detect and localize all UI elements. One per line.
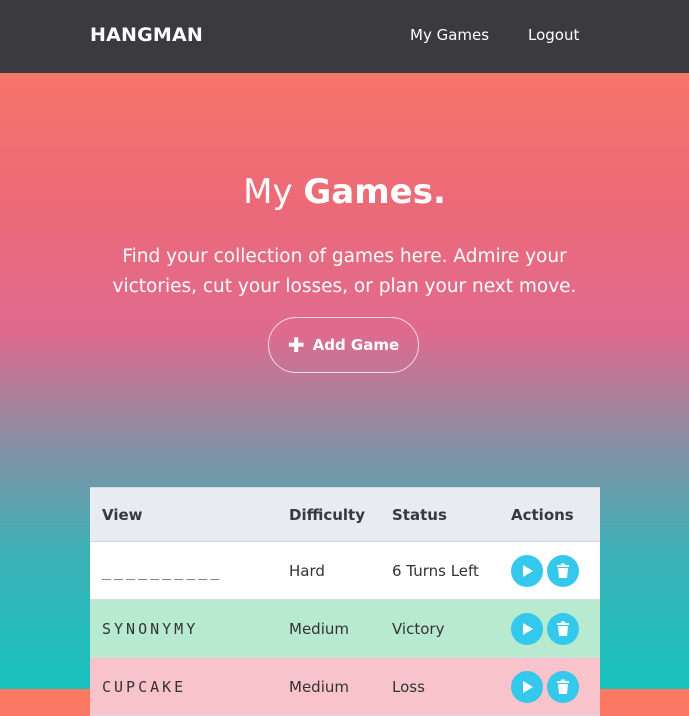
add-game-button[interactable]: ✚ Add Game bbox=[268, 317, 419, 373]
page-subtitle: Find your collection of games here. Admi… bbox=[112, 246, 577, 297]
trash-icon bbox=[557, 563, 569, 578]
play-button[interactable] bbox=[511, 670, 543, 703]
word-view: CUPCAKE bbox=[90, 657, 277, 716]
word-view: SYNONYMY bbox=[90, 599, 277, 658]
trash-icon bbox=[557, 679, 569, 694]
nav-logout-link[interactable]: Logout bbox=[528, 26, 579, 44]
header-view: View bbox=[90, 487, 277, 542]
delete-button[interactable] bbox=[547, 612, 579, 645]
header-actions: Actions bbox=[499, 487, 600, 542]
actions-cell bbox=[499, 541, 600, 600]
navbar: HANGMAN My Games Logout bbox=[0, 0, 689, 73]
play-icon bbox=[523, 680, 533, 693]
page-title-light: My bbox=[243, 172, 293, 212]
play-icon bbox=[523, 564, 533, 577]
games-table: View Difficulty Status Actions _________… bbox=[90, 487, 600, 716]
play-icon bbox=[523, 622, 533, 635]
status-cell: 6 Turns Left bbox=[380, 541, 499, 600]
table-row: __________ Hard 6 Turns Left bbox=[90, 541, 600, 600]
play-button[interactable] bbox=[511, 612, 543, 645]
difficulty-cell: Medium bbox=[277, 599, 380, 658]
page-title: My Games. bbox=[0, 172, 689, 212]
trash-icon bbox=[557, 621, 569, 636]
word-text: SYNONYMY bbox=[102, 619, 199, 638]
status-cell: Loss bbox=[380, 657, 499, 716]
actions-cell bbox=[499, 599, 600, 658]
actions-cell bbox=[499, 657, 600, 716]
table-row: SYNONYMY Medium Victory bbox=[90, 599, 600, 658]
add-game-label: Add Game bbox=[312, 336, 400, 354]
plus-icon: ✚ bbox=[287, 333, 305, 357]
delete-button[interactable] bbox=[547, 670, 579, 703]
table-header-row: View Difficulty Status Actions bbox=[90, 487, 600, 542]
table-row: CUPCAKE Medium Loss bbox=[90, 657, 600, 716]
brand-logo[interactable]: HANGMAN bbox=[90, 24, 203, 46]
play-button[interactable] bbox=[511, 554, 543, 587]
word-view: __________ bbox=[90, 541, 277, 600]
word-text: CUPCAKE bbox=[102, 677, 187, 696]
status-cell: Victory bbox=[380, 599, 499, 658]
header-status: Status bbox=[380, 487, 499, 542]
header-difficulty: Difficulty bbox=[277, 487, 380, 542]
difficulty-cell: Medium bbox=[277, 657, 380, 716]
nav-my-games-link[interactable]: My Games bbox=[410, 26, 489, 44]
delete-button[interactable] bbox=[547, 554, 579, 587]
difficulty-cell: Hard bbox=[277, 541, 380, 600]
page-title-bold: Games. bbox=[303, 172, 446, 212]
word-text: __________ bbox=[102, 561, 223, 580]
